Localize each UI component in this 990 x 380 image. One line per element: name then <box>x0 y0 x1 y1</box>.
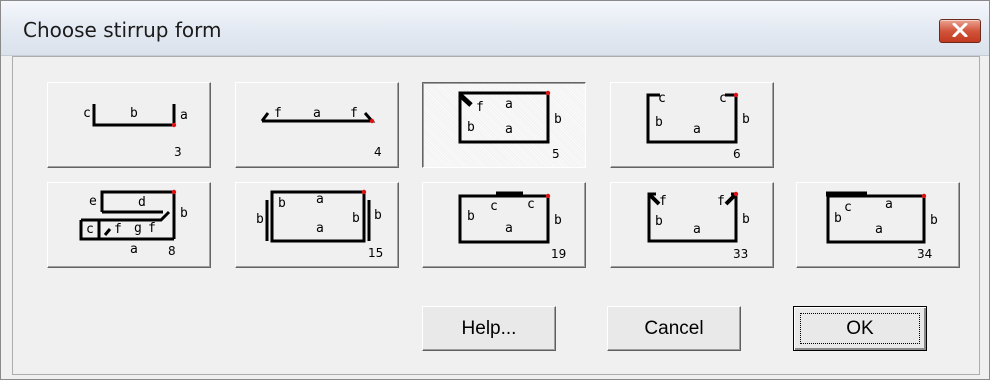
dim-label-a: a <box>505 122 513 137</box>
dim-label-e: e <box>89 194 97 209</box>
shape-number: 34 <box>917 247 933 261</box>
dim-label-a: a <box>313 106 321 121</box>
shape-number: 33 <box>733 247 749 261</box>
shape-number: 5 <box>552 147 560 161</box>
dialog-title: Choose stirrup form <box>23 18 222 42</box>
dim-label-b: b <box>655 115 663 130</box>
dim-label-f: f <box>114 222 122 237</box>
dim-label-a: a <box>316 221 324 236</box>
dim-label-b: b <box>834 211 842 226</box>
dim-label-f: f <box>476 100 484 115</box>
help-button[interactable]: Help... <box>422 306 556 351</box>
shape-number: 19 <box>551 247 567 261</box>
dim-label-f: f <box>274 106 282 121</box>
dim-label-a: a <box>875 222 883 237</box>
dim-label-c: c <box>527 197 535 212</box>
dim-label-f: f <box>350 106 358 121</box>
shape-button-34[interactable]: c a b a b 34 <box>796 182 960 268</box>
dim-label-a: a <box>505 97 513 112</box>
close-icon <box>952 23 968 37</box>
dim-label-b: b <box>467 209 475 224</box>
dim-label-f: f <box>659 194 667 209</box>
dim-label-a: a <box>505 221 513 236</box>
help-button-label: Help... <box>461 317 517 339</box>
title-bar[interactable]: Choose stirrup form <box>1 1 989 56</box>
shape-number: 6 <box>733 147 741 161</box>
dim-label-b: b <box>374 208 382 223</box>
stirrup-shape-3-diagram <box>92 104 177 128</box>
dim-label-f: f <box>717 194 725 209</box>
shape-button-3[interactable]: c b a 3 <box>47 82 211 168</box>
dim-label-b: b <box>352 211 360 226</box>
shape-button-5[interactable]: f a b a b 5 <box>422 82 586 168</box>
dim-label-b: b <box>554 112 562 127</box>
dim-label-a: a <box>885 197 893 212</box>
focus-rectangle <box>800 313 920 344</box>
dim-label-a: a <box>693 122 701 137</box>
dim-label-c: c <box>658 91 666 106</box>
shape-selection-panel: c b a 3 f a f 4 f a b a b 5 c c b a b 6 … <box>12 56 980 375</box>
dim-label-a: a <box>130 242 138 257</box>
dim-label-b: b <box>930 213 938 228</box>
shape-button-6[interactable]: c c b a b 6 <box>610 82 774 168</box>
cancel-button[interactable]: Cancel <box>607 306 741 351</box>
close-button[interactable] <box>939 19 981 43</box>
dim-label-b: b <box>554 213 562 228</box>
dim-label-b: b <box>655 214 663 229</box>
shape-button-19[interactable]: c c b a b 19 <box>422 182 586 268</box>
shape-number: 3 <box>174 145 182 159</box>
dim-label-g: g <box>134 221 142 236</box>
dialog-window: Choose stirrup form c b a 3 f a f 4 f a … <box>0 0 990 380</box>
dim-label-b: b <box>180 206 188 221</box>
dim-label-a: a <box>316 192 324 207</box>
dim-label-b: b <box>742 212 750 227</box>
dim-label-b: b <box>130 106 138 121</box>
cancel-button-label: Cancel <box>644 317 704 339</box>
dim-label-a: a <box>693 222 701 237</box>
dim-label-f: f <box>148 221 156 236</box>
dim-label-b: b <box>256 212 264 227</box>
shape-button-4[interactable]: f a f 4 <box>235 82 399 168</box>
dim-label-c: c <box>490 199 498 214</box>
dim-label-c: c <box>83 106 91 121</box>
ok-button[interactable]: OK <box>793 306 927 351</box>
shape-button-15[interactable]: b b a b a b 15 <box>235 182 399 268</box>
shape-number: 15 <box>368 246 384 260</box>
shape-number: 4 <box>374 145 382 159</box>
dim-label-c: c <box>719 91 727 106</box>
shape-number: 8 <box>168 244 176 258</box>
dim-label-c: c <box>844 200 852 215</box>
shape-button-8[interactable]: e d b c f g f a 8 <box>47 182 211 268</box>
shape-button-33[interactable]: f f b a b 33 <box>610 182 774 268</box>
stirrup-shape-8-diagram <box>79 189 177 241</box>
dim-label-b: b <box>742 112 750 127</box>
dim-label-a: a <box>180 108 188 123</box>
dim-label-c: c <box>86 222 94 237</box>
dim-label-b: b <box>467 120 475 135</box>
dim-label-b: b <box>278 196 286 211</box>
dim-label-d: d <box>138 195 146 210</box>
